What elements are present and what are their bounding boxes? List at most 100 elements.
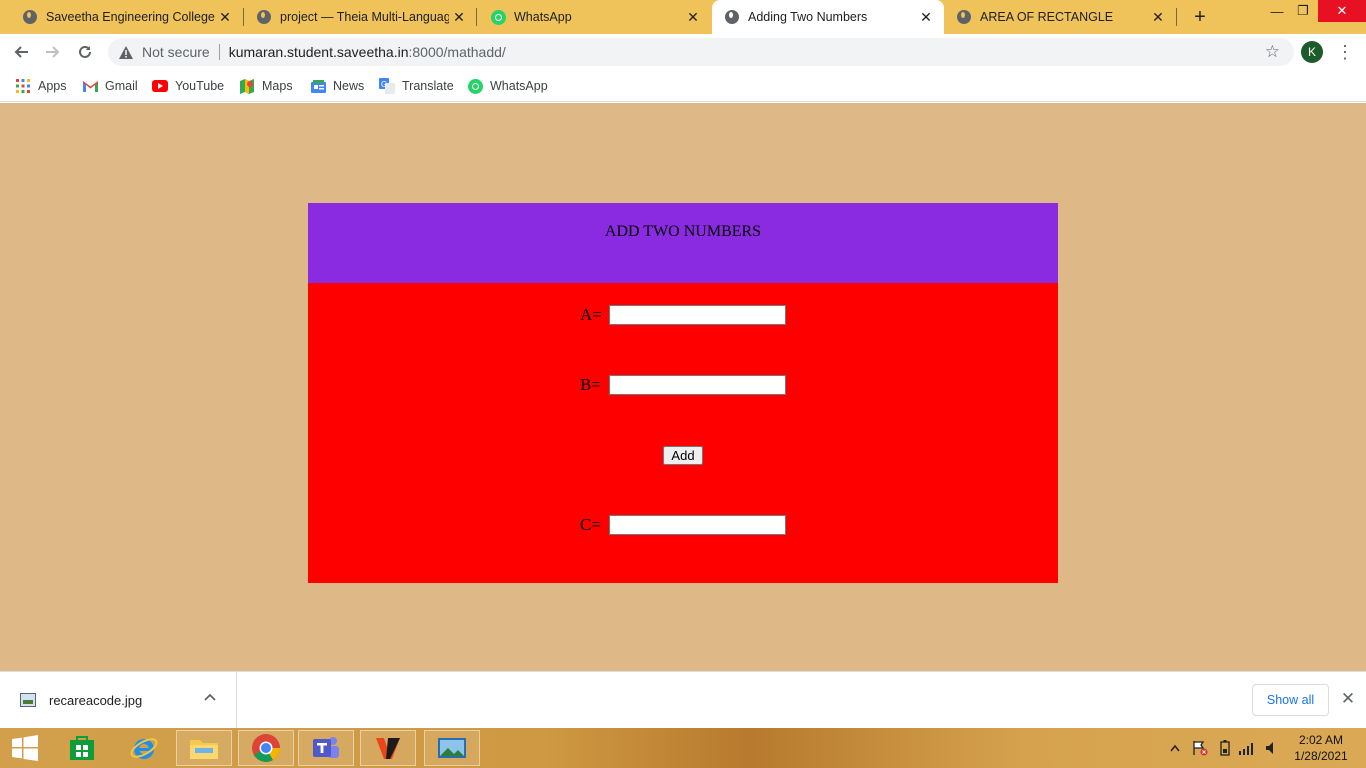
tab-title: WhatsApp [514,10,572,24]
warning-triangle-icon [118,45,134,59]
bookmark-whatsapp[interactable]: WhatsApp [467,76,548,96]
bookmark-news[interactable]: News [310,76,364,96]
page-background: ADD TWO NUMBERS A= B= Add C= [0,103,1366,671]
field-c-row: C= [580,514,786,536]
svg-text:G: G [381,80,387,89]
minimize-icon[interactable]: — [1266,0,1288,22]
store-icon[interactable] [54,730,110,766]
windows-start-icon[interactable] [0,730,50,766]
bookmark-translate[interactable]: G Translate [379,76,454,96]
close-window-icon[interactable]: ✕ [1318,0,1366,22]
windows-taskbar: 2:02 AM 1/28/2021 [0,728,1366,768]
field-b-input[interactable] [609,375,786,395]
add-numbers-form: ADD TWO NUMBERS A= B= Add C= [308,203,1058,583]
clock-time: 2:02 AM [1298,733,1344,747]
teams-icon[interactable] [298,730,354,766]
tab-strip: Saveetha Engineering College ✕ project —… [0,0,1366,34]
field-b-row: B= [580,374,786,396]
field-b-label: B= [580,375,601,394]
restore-icon[interactable]: ❐ [1292,0,1314,22]
network-signal-icon[interactable] [1238,728,1256,768]
chevron-up-icon[interactable] [204,690,216,704]
close-tab-icon[interactable]: ✕ [683,7,703,27]
close-shelf-icon[interactable]: ✕ [1338,688,1358,710]
battery-icon[interactable] [1220,728,1230,768]
whatsapp-icon [490,9,506,25]
download-shelf: recareacode.jpg Show all ✕ [0,671,1366,728]
form-header: ADD TWO NUMBERS [308,203,1058,283]
field-a-input[interactable] [609,305,786,325]
globe-icon [956,9,972,25]
apps-grid-icon [15,78,31,94]
globe-icon [256,9,272,25]
volume-icon[interactable] [1265,728,1277,768]
bookmark-label: WhatsApp [490,79,548,93]
field-a-label: A= [580,305,602,324]
url-path: :8000/mathadd/ [408,44,506,60]
internet-explorer-icon[interactable] [116,730,172,766]
chrome-icon[interactable] [238,730,294,766]
security-label[interactable]: Not secure [142,44,210,60]
close-tab-icon[interactable]: ✕ [449,7,469,27]
bookmark-label: Apps [38,79,67,93]
system-clock[interactable]: 2:02 AM 1/28/2021 [1288,732,1354,764]
globe-icon [724,9,740,25]
new-tab-button[interactable]: + [1188,5,1212,29]
address-divider [218,44,220,60]
tab-area-of-rectangle[interactable]: AREA OF RECTANGLE ✕ [944,0,1176,34]
tab-title: project — Theia Multi-Language [280,10,449,24]
tab-separator [1176,8,1177,26]
add-button[interactable]: Add [663,446,703,465]
address-bar[interactable]: Not secure kumaran.student.saveetha.in:8… [108,38,1294,66]
forward-arrow-icon[interactable] [41,40,65,64]
youtube-icon [152,78,168,94]
close-tab-icon[interactable]: ✕ [215,7,235,27]
form-body: A= B= Add C= [308,283,1058,583]
download-item[interactable]: recareacode.jpg [0,672,237,728]
clock-date: 1/28/2021 [1294,749,1348,763]
bookmark-star-icon[interactable]: ☆ [1265,42,1280,62]
globe-icon [22,9,38,25]
field-c-input[interactable] [609,515,786,535]
bookmark-maps[interactable]: Maps [239,76,293,96]
news-icon [310,78,326,94]
close-tab-icon[interactable]: ✕ [1148,7,1168,27]
tab-title: AREA OF RECTANGLE [980,10,1114,24]
bookmark-label: Translate [402,79,454,93]
bookmark-gmail[interactable]: Gmail [82,76,138,96]
back-arrow-icon[interactable] [9,40,33,64]
tab-saveetha[interactable]: Saveetha Engineering College ✕ [0,0,243,34]
bookmark-apps[interactable]: Apps [15,76,67,96]
browser-toolbar: Not secure kumaran.student.saveetha.in:8… [0,34,1366,70]
action-center-flag-icon[interactable] [1192,728,1208,768]
show-hidden-icons-icon[interactable] [1170,728,1180,768]
menu-dots-icon[interactable]: ⋮ [1336,40,1354,64]
tab-adding-two-numbers[interactable]: Adding Two Numbers ✕ [712,0,944,34]
app-v-icon[interactable] [360,730,416,766]
tab-whatsapp[interactable]: WhatsApp ✕ [468,0,711,34]
bookmark-label: News [333,79,365,93]
file-explorer-icon[interactable] [176,730,232,766]
bookmark-label: YouTube [175,79,225,93]
translate-icon: G [379,78,395,94]
whatsapp-icon [467,78,483,94]
show-all-button[interactable]: Show all [1252,684,1329,716]
maps-icon [239,78,255,94]
field-a-row: A= [580,304,786,326]
bookmarks-bar: Apps Gmail YouTube Maps News G Translate… [0,70,1366,102]
bookmark-youtube[interactable]: YouTube [152,76,224,96]
gmail-icon [82,78,98,94]
tab-theia-project[interactable]: project — Theia Multi-Language ✕ [234,0,477,34]
page-title: ADD TWO NUMBERS [604,223,762,240]
bookmark-label: Gmail [105,79,138,93]
reload-icon[interactable] [73,40,97,64]
profile-avatar[interactable]: K [1301,41,1323,63]
tab-title: Adding Two Numbers [748,10,868,24]
close-tab-icon[interactable]: ✕ [916,7,936,27]
bookmark-label: Maps [262,79,293,93]
download-file-name: recareacode.jpg [49,692,143,708]
photos-icon[interactable] [424,730,480,766]
image-file-icon [20,693,36,707]
url-host: kumaran.student.saveetha.in [228,44,409,60]
field-c-label: C= [580,515,601,534]
